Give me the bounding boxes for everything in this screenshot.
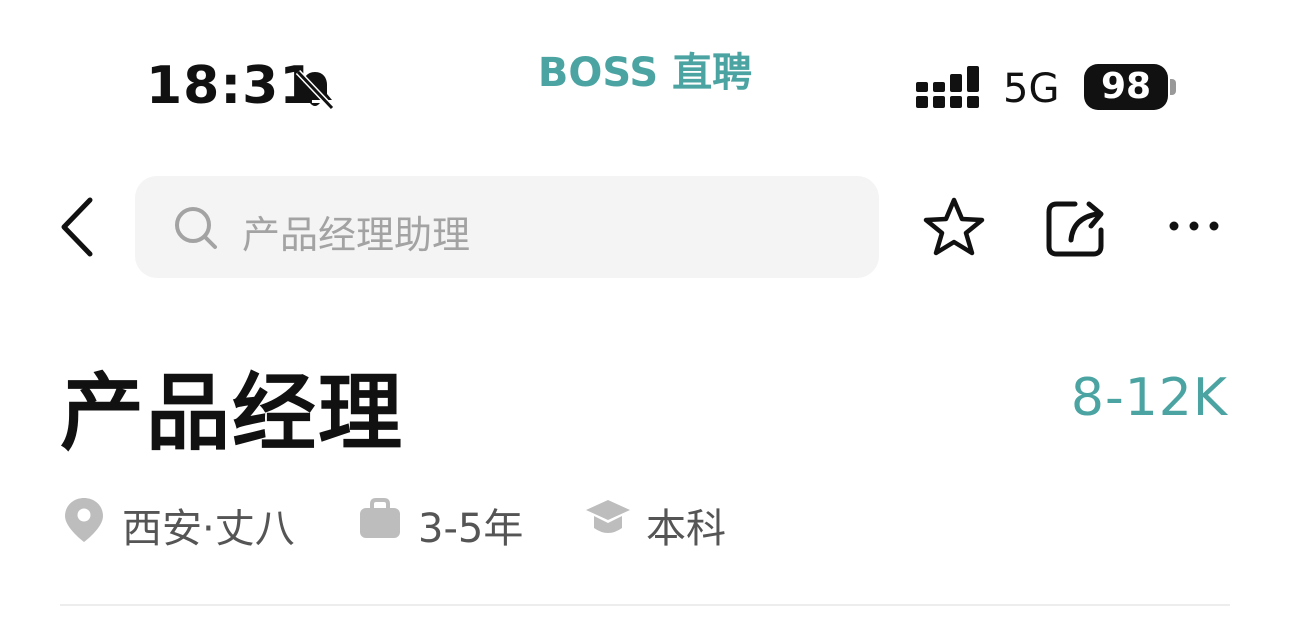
graduation-cap-icon <box>586 500 630 533</box>
back-chevron-icon[interactable] <box>56 194 100 260</box>
location-pin-icon <box>65 498 103 542</box>
battery-indicator: 98 <box>1084 64 1168 110</box>
signal-icon <box>916 66 979 108</box>
more-icon[interactable] <box>1166 210 1222 242</box>
job-location: 西安·丈八 <box>122 506 295 552</box>
battery-cap <box>1170 79 1176 95</box>
share-icon[interactable] <box>1043 196 1107 260</box>
job-experience: 3-5年 <box>418 506 524 552</box>
job-title: 产品经理 <box>60 364 405 462</box>
job-salary: 8-12K <box>1070 368 1228 428</box>
job-education: 本科 <box>646 506 726 552</box>
search-icon <box>175 207 217 249</box>
search-placeholder[interactable]: 产品经理助理 <box>242 204 470 259</box>
divider <box>60 604 1230 606</box>
network-type: 5G <box>1003 66 1060 112</box>
briefcase-icon <box>360 498 400 538</box>
star-icon[interactable] <box>920 194 988 262</box>
